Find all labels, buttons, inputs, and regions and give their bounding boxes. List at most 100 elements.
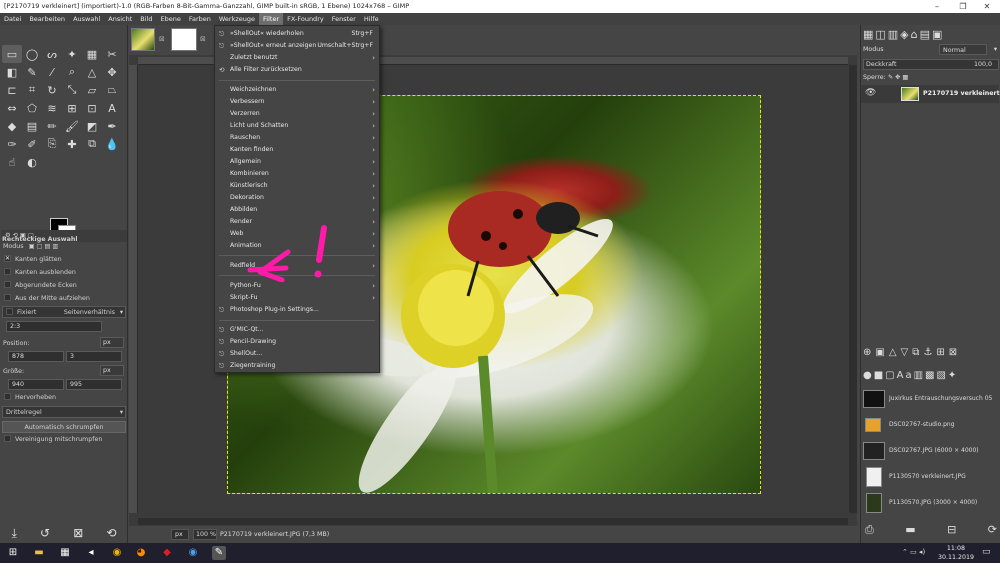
rounded-corners-option[interactable]: Abgerundete Ecken [1, 280, 127, 292]
restore-preset-icon[interactable]: ↺ [40, 526, 50, 540]
heal-tool-icon[interactable]: ✚ [62, 135, 82, 153]
perspective-tool-icon[interactable]: ⏢ [102, 81, 122, 99]
menu-ansicht[interactable]: Ansicht [104, 13, 136, 25]
menu-item-licht-und-schatten[interactable]: Licht und Schatten › [215, 120, 379, 132]
menu-filter[interactable]: Filter [259, 13, 284, 25]
menu-item-recent[interactable]: Zuletzt benutzt › [215, 52, 379, 64]
images-tab-icons[interactable]: ●■▢Aa▥▩▧✦ [863, 370, 958, 381]
cage-tool-icon[interactable]: ⬠ [22, 99, 42, 117]
scissors-tool-icon[interactable]: ✂ [102, 45, 122, 63]
clone-tool-icon[interactable]: ⎘ [42, 135, 62, 153]
size-width-field[interactable]: 940 [8, 379, 64, 390]
shrink-merged-option[interactable]: Vereinigung mitschrumpfen [1, 434, 127, 446]
layer-mode-select[interactable]: Normal [939, 44, 987, 55]
zoom-select[interactable]: 100 % [193, 529, 217, 540]
menu-item-kombinieren[interactable]: Kombinieren › [215, 168, 379, 180]
color-select-tool-icon[interactable]: ▦ [82, 45, 102, 63]
antialias-checkbox[interactable]: ✕ [4, 255, 11, 262]
image-list-item[interactable]: P1130570.JPG (3000 × 4000) [861, 492, 991, 514]
menu-werkzeuge[interactable]: Werkzeuge [215, 13, 259, 25]
tab-close-icon[interactable]: ⊠ [200, 35, 206, 43]
menu-item-weichzeichnen[interactable]: Weichzeichnen › [215, 84, 379, 96]
crop-tool-icon[interactable]: ⌗ [22, 81, 42, 99]
paths-tool-icon[interactable]: ✎ [22, 63, 42, 81]
guides-select[interactable]: Drittelregel ▾ [2, 406, 126, 418]
menu-item-verbessern[interactable]: Verbessern › [215, 96, 379, 108]
align-tool-icon[interactable]: ⊏ [2, 81, 22, 99]
menu-item-dekoration[interactable]: Dekoration › [215, 192, 379, 204]
smudge-tool-icon[interactable]: ☝ [2, 153, 22, 171]
gradient-tool-icon[interactable]: ▤ [22, 117, 42, 135]
bucket-fill-tool-icon[interactable]: ◆ [2, 117, 22, 135]
unified-transform-tool-icon[interactable]: ⊡ [82, 99, 102, 117]
minimize-button[interactable]: – [926, 0, 948, 13]
shrink-merged-checkbox[interactable] [4, 435, 11, 442]
rotate-tool-icon[interactable]: ↻ [42, 81, 62, 99]
zoom-tool-icon[interactable]: ⌕ [62, 63, 82, 81]
menu-item-repeat-shellout[interactable]: ⎋ »ShellOut« wiederholen Strg+F [215, 28, 379, 40]
move-tool-icon[interactable]: ✥ [102, 63, 122, 81]
clock[interactable]: 11:08 30.11.2019 [936, 544, 976, 562]
menu-bild[interactable]: Bild [136, 13, 156, 25]
raise-image-icon[interactable]: ⎙ [865, 523, 874, 537]
expand-center-checkbox[interactable] [4, 294, 11, 301]
shield-icon[interactable]: ◆ [160, 546, 174, 560]
size-unit-select[interactable]: px [100, 365, 124, 376]
fuzzy-select-tool-icon[interactable]: ✦ [62, 45, 82, 63]
rounded-corners-checkbox[interactable] [4, 281, 11, 288]
app-icon[interactable]: ◂ [84, 546, 98, 560]
image-tab-thumbnail-white[interactable] [171, 28, 197, 51]
highlight-checkbox[interactable] [4, 393, 11, 400]
save-preset-icon[interactable]: ⤓ [12, 526, 17, 541]
menu-fx-foundry[interactable]: FX-Foundry [283, 13, 328, 25]
layer-row[interactable]: 👁 P2170719 verkleinert.JPG [861, 85, 1000, 103]
ink-tool-icon[interactable]: ✑ [2, 135, 22, 153]
chrome-icon[interactable]: ◉ [110, 546, 124, 560]
delete-image-icon[interactable]: ⊟ [947, 523, 956, 537]
color-picker-tool-icon[interactable]: ⁄ [42, 63, 62, 81]
app-blue-icon[interactable]: ◉ [186, 546, 200, 560]
position-unit-select[interactable]: px [100, 337, 124, 348]
measure-tool-icon[interactable]: △ [82, 63, 102, 81]
image-list-item[interactable]: Juxirkus Entrauschungsversuch 05 [861, 388, 992, 410]
position-x-field[interactable]: 878 [8, 351, 64, 362]
menu-hilfe[interactable]: Hilfe [360, 13, 383, 25]
menu-auswahl[interactable]: Auswahl [69, 13, 104, 25]
menu-item-reset-filters[interactable]: ⟲ Alle Filter zurücksetzen [215, 64, 379, 76]
image-list-item[interactable]: DSC02767.JPG (6000 × 4000) [861, 440, 991, 462]
menu-item-pencil-drawing[interactable]: ⎋ Pencil-Drawing [215, 336, 379, 348]
menu-item-ziegentraining[interactable]: ⎋ Ziegentraining [215, 360, 379, 372]
maximize-button[interactable]: ❐ [952, 0, 974, 13]
dock-tab-icons[interactable]: ▦◫▥◈⌂▤▣ [863, 28, 944, 41]
scale-tool-icon[interactable]: ⤡ [62, 81, 82, 99]
menu-ebene[interactable]: Ebene [156, 13, 184, 25]
delete-preset-icon[interactable]: ⊠ [73, 526, 83, 540]
paintbrush-tool-icon[interactable]: 🖌 [62, 117, 82, 135]
blur-tool-icon[interactable]: 💧 [102, 135, 122, 153]
lasso-tool-icon[interactable]: ᔕ [42, 45, 62, 63]
menu-item-kanten-finden[interactable]: Kanten finden › [215, 144, 379, 156]
mypaint-brush-tool-icon[interactable]: ✐ [22, 135, 42, 153]
perspective-clone-tool-icon[interactable]: ⧉ [82, 135, 102, 153]
menu-item-abbilden[interactable]: Abbilden › [215, 204, 379, 216]
horizontal-scrollbar[interactable] [138, 518, 848, 525]
airbrush-tool-icon[interactable]: ✒ [102, 117, 122, 135]
ellipse-select-tool-icon[interactable]: ◯ [22, 45, 42, 63]
vertical-scrollbar[interactable] [849, 65, 857, 513]
handle-transform-tool-icon[interactable]: ⊞ [62, 99, 82, 117]
notification-icon[interactable]: ▭ [982, 547, 991, 557]
file-explorer-icon[interactable]: ▬ [32, 546, 46, 560]
windows-start-icon[interactable]: ⊞ [6, 546, 20, 560]
menu-bearbeiten[interactable]: Bearbeiten [25, 13, 69, 25]
refresh-icon[interactable]: ⟳ [988, 523, 997, 537]
warp-tool-icon[interactable]: ≋ [42, 99, 62, 117]
status-unit-select[interactable]: px [171, 529, 189, 540]
mode-buttons-icon[interactable]: ▣ ▢ ▤ ▥ [29, 243, 59, 250]
foreground-select-tool-icon[interactable]: ◧ [2, 63, 22, 81]
feather-option[interactable]: Kanten ausblenden [1, 267, 127, 279]
feather-checkbox[interactable] [4, 268, 11, 275]
aspect-ratio-select[interactable]: Seitenverhältnis [64, 307, 115, 319]
eye-icon[interactable]: 👁 [865, 88, 876, 98]
rect-select-tool-icon[interactable]: ▭ [2, 45, 22, 63]
fixed-checkbox[interactable] [6, 308, 13, 315]
